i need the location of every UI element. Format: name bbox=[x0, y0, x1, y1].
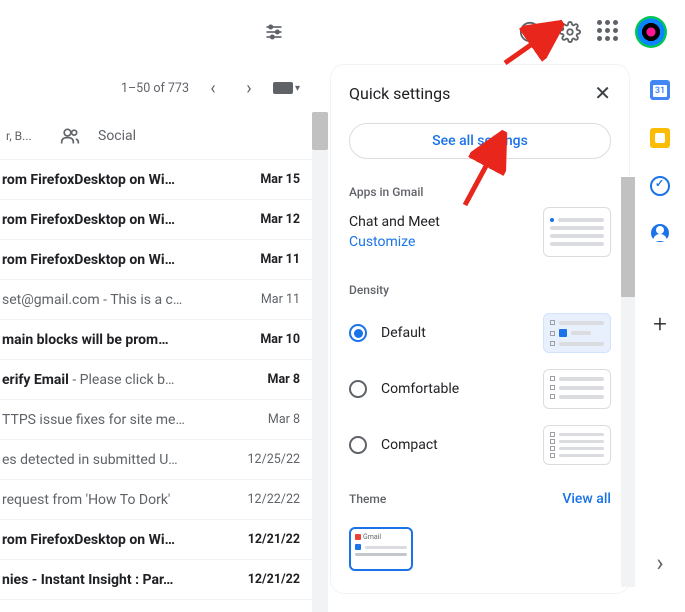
pager: 1–50 of 773 ‹ › ▾ bbox=[0, 64, 320, 112]
density-section-title: Density bbox=[349, 283, 611, 297]
keep-icon[interactable] bbox=[650, 128, 670, 148]
tab-social-label[interactable]: Social bbox=[98, 128, 136, 144]
calendar-icon[interactable] bbox=[650, 80, 670, 100]
email-list-pane: 1–50 of 773 ‹ › ▾ r, B... Social rom Fir… bbox=[0, 64, 320, 607]
mail-row[interactable]: main blocks will be prom…Mar 10 bbox=[0, 320, 320, 360]
keyboard-icon bbox=[273, 82, 293, 94]
radio-checked-icon bbox=[349, 324, 367, 342]
theme-section-title: Theme bbox=[349, 492, 386, 506]
pager-range: 1–50 of 773 bbox=[121, 81, 189, 96]
chevron-down-icon: ▾ bbox=[295, 83, 300, 94]
mail-row[interactable]: request from 'How To Dork'12/22/22 bbox=[0, 480, 320, 520]
scrollbar[interactable] bbox=[621, 177, 635, 587]
social-icon bbox=[60, 126, 80, 146]
density-option-comfortable[interactable]: Comfortable bbox=[349, 369, 611, 409]
account-avatar[interactable] bbox=[635, 16, 667, 48]
density-preview-default bbox=[543, 313, 611, 353]
add-ons-plus-icon[interactable]: + bbox=[653, 310, 667, 338]
see-all-settings-button[interactable]: See all settings bbox=[349, 123, 611, 159]
collapse-panel-icon[interactable]: › bbox=[656, 549, 663, 577]
mail-row[interactable]: rom FirefoxDesktop on Wi…Mar 11 bbox=[0, 240, 320, 280]
density-option-compact[interactable]: Compact bbox=[349, 425, 611, 465]
radio-icon bbox=[349, 436, 367, 454]
mail-list: rom FirefoxDesktop on Wi…Mar 15 rom Fire… bbox=[0, 160, 320, 600]
close-icon[interactable]: ✕ bbox=[594, 81, 611, 105]
search-filter-button[interactable] bbox=[258, 16, 290, 48]
theme-view-all-link[interactable]: View all bbox=[562, 491, 611, 507]
apps-chat-meet-label: Chat and Meet bbox=[349, 214, 440, 230]
tasks-icon[interactable] bbox=[650, 176, 670, 196]
pager-next-icon[interactable]: › bbox=[237, 78, 261, 99]
density-preview-compact bbox=[543, 425, 611, 465]
density-option-default[interactable]: Default bbox=[349, 313, 611, 353]
density-preview-comfortable bbox=[543, 369, 611, 409]
apps-preview-thumbnail[interactable] bbox=[543, 207, 611, 257]
mail-row[interactable]: rom FirefoxDesktop on Wi…Mar 12 bbox=[0, 200, 320, 240]
mail-row[interactable]: es detected in submitted U…12/25/22 bbox=[0, 440, 320, 480]
google-apps-icon[interactable] bbox=[597, 20, 621, 44]
input-tools-toggle[interactable]: ▾ bbox=[273, 82, 300, 94]
pager-prev-icon[interactable]: ‹ bbox=[201, 78, 225, 99]
apps-customize-link[interactable]: Customize bbox=[349, 234, 440, 250]
theme-thumbnail-default[interactable]: Gmail bbox=[349, 527, 413, 571]
mail-row[interactable]: rom FirefoxDesktop on Wi…12/21/22 bbox=[0, 520, 320, 560]
side-panel-rail: + › bbox=[635, 64, 685, 607]
scrollbar[interactable] bbox=[312, 112, 328, 612]
tab-primary-caption: r, B... bbox=[0, 129, 32, 143]
quick-settings-panel: Quick settings ✕ See all settings Apps i… bbox=[330, 64, 630, 594]
mail-row[interactable]: erify Email - Please click b…Mar 8 bbox=[0, 360, 320, 400]
settings-gear-icon[interactable] bbox=[557, 19, 583, 45]
mail-row[interactable]: nies - Instant Insight : Par…12/21/22 bbox=[0, 560, 320, 600]
quick-settings-title: Quick settings bbox=[349, 84, 450, 103]
mail-row[interactable]: rom FirefoxDesktop on Wi…Mar 15 bbox=[0, 160, 320, 200]
mail-row[interactable]: set@gmail.com - This is a c…Mar 11 bbox=[0, 280, 320, 320]
radio-icon bbox=[349, 380, 367, 398]
contacts-icon[interactable] bbox=[651, 224, 669, 242]
mail-row[interactable]: TTPS issue fixes for site me…Mar 8 bbox=[0, 400, 320, 440]
category-tabs: r, B... Social bbox=[0, 112, 320, 160]
help-icon[interactable] bbox=[517, 19, 543, 45]
apps-section-title: Apps in Gmail bbox=[349, 185, 611, 199]
